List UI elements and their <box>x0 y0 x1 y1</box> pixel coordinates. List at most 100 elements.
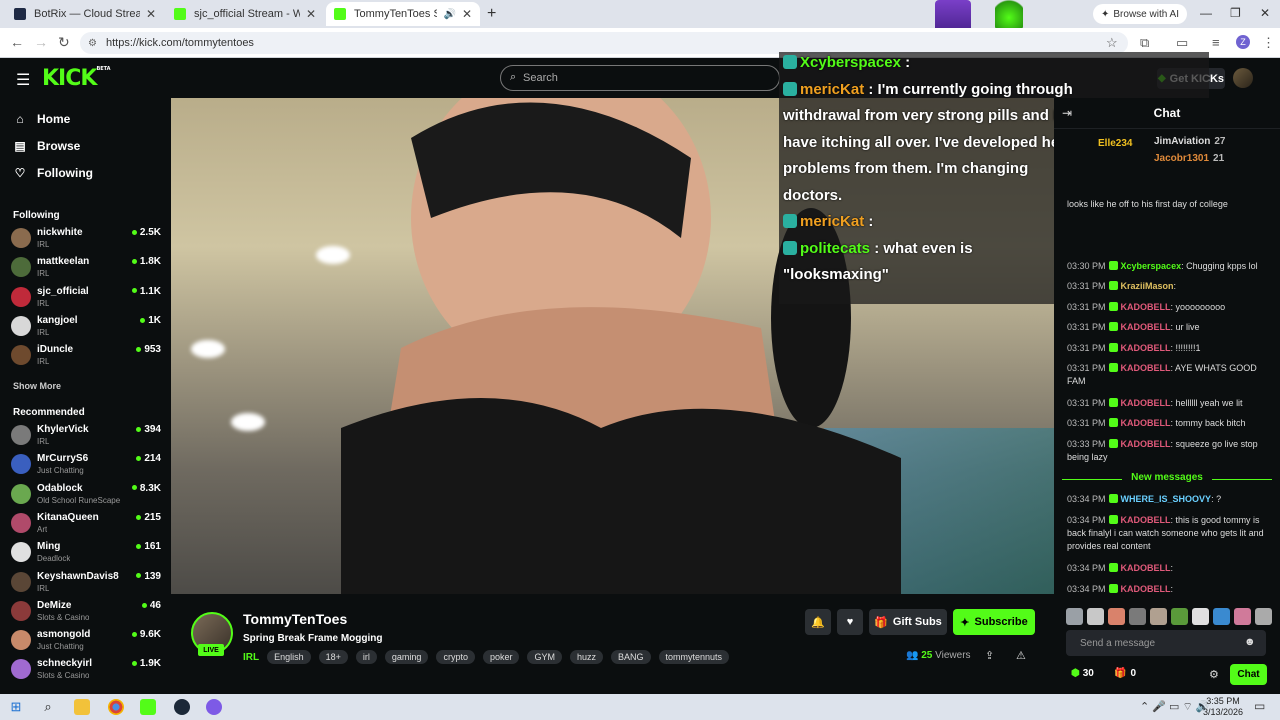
follow-button[interactable]: ♥ <box>837 609 863 635</box>
emote-icon[interactable] <box>1129 608 1146 625</box>
rewards-balance[interactable]: 🎁 0 <box>1114 668 1136 679</box>
kick-logo[interactable]: KICKBETA <box>42 66 111 91</box>
report-icon[interactable]: ⚠ <box>1016 649 1026 662</box>
sidebar-channel-schneckyirl[interactable]: schneckyirl Slots & Casino 1.9K <box>11 656 161 684</box>
windows-start-icon[interactable]: ⊞ <box>8 699 24 715</box>
url-bar[interactable]: ⚙ https://kick.com/tommytentoes <box>80 32 1128 54</box>
emote-icon[interactable] <box>1255 608 1272 625</box>
speaker-icon[interactable]: 🔊 <box>443 9 455 20</box>
chat-message[interactable]: 03:31 PM KADOBELL: hellllll yeah we lit <box>1067 397 1272 410</box>
chat-message[interactable]: 03:31 PM KADOBELL: AYE WHATS GOOD FAM <box>1067 362 1272 388</box>
search-icon[interactable]: ⌕ <box>40 699 56 715</box>
sidebar-channel-mattkeelan[interactable]: mattkeelan IRL 1.8K <box>11 254 161 282</box>
chat-message[interactable]: 03:31 PM KraziiMason: <box>1067 280 1272 293</box>
sidebar-channel-iduncle[interactable]: iDuncle IRL 953 <box>11 342 161 370</box>
notification-bell-button[interactable]: 🔔 <box>805 609 831 635</box>
tag-chip[interactable]: gaming <box>384 650 429 664</box>
nav-home[interactable]: ⌂ Home <box>13 112 70 126</box>
sidebar-channel-mrcurrys6[interactable]: MrCurryS6 Just Chatting 214 <box>11 451 161 479</box>
reload-icon[interactable]: ↻ <box>58 34 70 51</box>
kick-app-icon[interactable] <box>140 699 156 715</box>
chrome-icon[interactable] <box>108 699 124 715</box>
message-username[interactable]: KADOBELL <box>1121 363 1171 373</box>
search-input[interactable]: ⌕ Search <box>500 65 780 91</box>
sidebar-channel-demize[interactable]: DeMize Slots & Casino 46 <box>11 598 161 626</box>
message-username[interactable]: KADOBELL <box>1121 322 1171 332</box>
emote-icon[interactable] <box>1087 608 1104 625</box>
restore-icon[interactable]: ❐ <box>1230 6 1241 20</box>
category-link[interactable]: IRL <box>243 652 259 663</box>
emote-icon[interactable] <box>1213 608 1230 625</box>
message-username[interactable]: KADOBELL <box>1121 439 1171 449</box>
message-username[interactable]: Xcyberspacex <box>1121 261 1182 271</box>
sidebar-channel-keyshawndavis8[interactable]: KeyshawnDavis8 IRL 139 <box>11 569 161 597</box>
nav-following[interactable]: ♡ Following <box>13 166 93 180</box>
top-gifter[interactable]: JimAviation 27 <box>1154 136 1225 147</box>
steam-icon[interactable] <box>174 699 190 715</box>
browser-tab-tommytentoes[interactable]: TommyTenToes Stream - Watch Live 🔊 ✕ <box>326 2 480 26</box>
tag-chip[interactable]: irl <box>355 650 377 664</box>
extensions-icon[interactable]: ⧉ <box>1140 35 1149 51</box>
sidebar-channel-khylervick[interactable]: KhylerVick IRL 394 <box>11 422 161 450</box>
close-tab-icon[interactable]: ✕ <box>306 7 316 21</box>
emote-icon[interactable] <box>1192 608 1209 625</box>
chat-message-input[interactable]: Send a message <box>1066 630 1266 656</box>
message-username[interactable]: WHERE_IS_SHOOVY <box>1121 494 1212 504</box>
app-icon[interactable] <box>206 699 222 715</box>
tag-chip[interactable]: 18+ <box>318 650 348 664</box>
collapse-chat-icon[interactable]: ⇥ <box>1062 106 1072 120</box>
window-close-icon[interactable]: ✕ <box>1260 6 1270 20</box>
emote-icon[interactable] <box>1066 608 1083 625</box>
browser-tab-sjc-official[interactable]: sjc_official Stream - Watch Live ✕ <box>166 2 324 26</box>
browser-profile-avatar[interactable]: Z <box>1236 35 1250 49</box>
emote-icon[interactable] <box>1108 608 1125 625</box>
tag-chip[interactable]: crypto <box>436 650 475 664</box>
top-gifter[interactable]: Elle234 <box>1098 138 1136 149</box>
tag-chip[interactable]: huzz <box>570 650 604 664</box>
bookmark-star-icon[interactable]: ☆ <box>1106 35 1118 51</box>
close-tab-icon[interactable]: ✕ <box>146 7 156 21</box>
chat-send-button[interactable]: Chat <box>1230 664 1267 685</box>
message-username[interactable]: KADOBELL <box>1121 302 1171 312</box>
sidebar-channel-ming[interactable]: Ming Deadlock 161 <box>11 539 161 567</box>
message-username[interactable]: KADOBELL <box>1121 398 1171 408</box>
nav-browse[interactable]: ▤ Browse <box>13 139 80 153</box>
emote-icon[interactable] <box>1234 608 1251 625</box>
browse-with-ai-button[interactable]: ✦ Browse with AI <box>1093 4 1187 24</box>
user-avatar[interactable] <box>1233 68 1253 88</box>
new-messages-divider[interactable]: New messages <box>1062 472 1272 486</box>
chat-message[interactable]: 03:31 PM KADOBELL: !!!!!!!!1 <box>1067 342 1272 355</box>
notifications-icon[interactable]: ▭ <box>1254 699 1265 713</box>
chat-message[interactable]: 03:34 PM KADOBELL: <box>1067 562 1272 575</box>
subscribe-button[interactable]: ✦ Subscribe <box>953 609 1035 635</box>
emote-icon[interactable] <box>1150 608 1167 625</box>
forward-icon[interactable]: → <box>34 34 48 50</box>
message-username[interactable]: KraziiMason <box>1121 281 1174 291</box>
share-icon[interactable]: ⇪ <box>985 649 994 662</box>
chat-message[interactable]: 03:31 PM KADOBELL: ur live <box>1067 321 1272 334</box>
sidebar-channel-odablock[interactable]: Odablock Old School RuneScape 8.3K <box>11 481 161 509</box>
sidebar-channel-kangjoel[interactable]: kangjoel IRL 1K <box>11 313 161 341</box>
sidebar-channel-kitanaqueen[interactable]: KitanaQueen Art 215 <box>11 510 161 538</box>
emoji-icon[interactable]: ☻ <box>1244 636 1256 648</box>
chat-message[interactable]: 03:34 PM KADOBELL: <box>1067 583 1272 596</box>
chat-settings-icon[interactable]: ⚙ <box>1209 668 1219 681</box>
tag-chip[interactable]: GYM <box>527 650 562 664</box>
message-username[interactable]: KADOBELL <box>1121 563 1171 573</box>
message-username[interactable]: KADOBELL <box>1121 343 1171 353</box>
chat-message[interactable]: 03:31 PM KADOBELL: tommy back bitch <box>1067 417 1272 430</box>
menu-kebab-icon[interactable]: ⋮ <box>1262 35 1275 51</box>
tag-chip[interactable]: English <box>267 650 311 664</box>
gift-subs-button[interactable]: 🎁 Gift Subs <box>869 609 947 635</box>
sidebar-channel-asmongold[interactable]: asmongold Just Chatting 9.6K <box>11 627 161 655</box>
hamburger-menu-icon[interactable]: ☰ <box>16 70 30 90</box>
streamer-name[interactable]: TommyTenToes <box>243 611 347 627</box>
message-username[interactable]: KADOBELL <box>1121 515 1171 525</box>
chat-message[interactable]: 03:30 PM Xcyberspacex: Chugging kpps lol <box>1067 260 1272 273</box>
tag-chip[interactable]: BANG <box>611 650 651 664</box>
message-username[interactable]: KADOBELL <box>1121 418 1171 428</box>
sidebar-channel-nickwhite[interactable]: nickwhite IRL 2.5K <box>11 225 161 253</box>
close-tab-icon[interactable]: ✕ <box>462 7 472 21</box>
cast-icon[interactable]: ▭ <box>1176 35 1188 51</box>
new-tab-button[interactable]: + <box>487 5 496 23</box>
